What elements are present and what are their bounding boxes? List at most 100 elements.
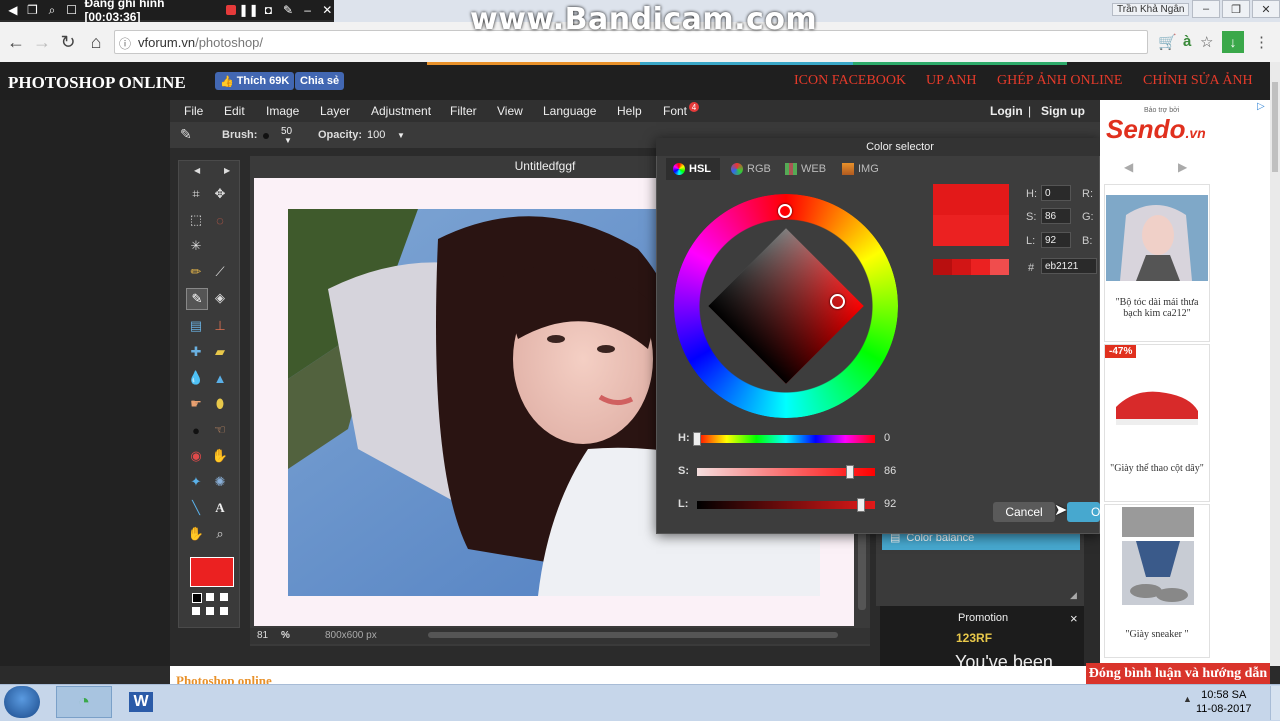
site-title[interactable]: PHOTOSHOP ONLINE: [8, 73, 186, 93]
move-tool-icon[interactable]: ✥: [210, 184, 230, 204]
opacity-dropdown-icon[interactable]: ▼: [397, 131, 405, 140]
color-picker-tool-icon[interactable]: ⟋: [210, 262, 230, 282]
login-link[interactable]: Login: [990, 104, 1023, 118]
sponge-tool-icon[interactable]: ⬮: [210, 394, 230, 414]
menu-help[interactable]: Help: [617, 104, 642, 118]
pen-icon[interactable]: ✎: [281, 3, 295, 17]
menu-font[interactable]: Font: [663, 104, 687, 118]
tab-web[interactable]: WEB: [785, 160, 826, 178]
stamp-tool-icon[interactable]: ⊥: [210, 316, 230, 336]
record-icon[interactable]: [225, 5, 236, 15]
sendo-logo[interactable]: Sendo.vn: [1106, 114, 1206, 145]
tab-hsl[interactable]: HSL: [673, 160, 711, 178]
adchoices-icon[interactable]: ▷: [1257, 101, 1265, 112]
hue-slider[interactable]: [697, 435, 875, 443]
translate-icon[interactable]: à: [1183, 33, 1191, 50]
recent-color-1[interactable]: [933, 259, 952, 275]
show-desktop-button[interactable]: [1270, 686, 1280, 720]
star-icon[interactable]: ☆: [1200, 33, 1213, 51]
profile-name[interactable]: Trần Khả Ngân: [1112, 3, 1190, 16]
cancel-button[interactable]: Cancel: [993, 502, 1055, 522]
recent-color-4[interactable]: [990, 259, 1009, 275]
text-tool-icon[interactable]: A: [210, 498, 230, 518]
pause-icon[interactable]: ❚❚: [239, 3, 259, 17]
menu-file[interactable]: File: [184, 104, 203, 118]
panel-left-arrow-icon[interactable]: ◀: [194, 166, 200, 175]
sharpen-tool-icon[interactable]: ▲: [210, 368, 230, 388]
ad-product-2[interactable]: -47% "Giày thể thao cột dây": [1104, 344, 1210, 502]
lightness-slider-thumb[interactable]: [856, 498, 865, 512]
l-field[interactable]: 92: [1041, 232, 1071, 248]
back-icon[interactable]: ←: [6, 32, 26, 52]
ad-prev-icon[interactable]: ◀: [1124, 160, 1133, 174]
swatch-white-3[interactable]: [192, 607, 200, 615]
comment-toggle-bar[interactable]: Đóng bình luận và hướng dẫn: [1086, 663, 1270, 684]
taskbar-clock[interactable]: 10:58 SA 11-08-2017: [1196, 688, 1251, 716]
eraser-tool-icon[interactable]: ▰: [210, 342, 230, 362]
start-button-icon[interactable]: [4, 686, 40, 718]
pencil-tool-icon[interactable]: ✏: [186, 262, 206, 282]
dodge-tool-icon[interactable]: ☜: [210, 420, 230, 440]
nav-icon-facebook[interactable]: ICON FACEBOOK: [794, 73, 906, 89]
s-field[interactable]: 86: [1041, 208, 1071, 224]
hue-handle[interactable]: [778, 204, 792, 218]
bucket-tool-icon[interactable]: ◈: [210, 288, 230, 308]
close-icon[interactable]: ✕: [320, 3, 334, 17]
forward-icon[interactable]: →: [32, 32, 52, 52]
pinch-tool-icon[interactable]: ✦: [186, 472, 206, 492]
resize-corner-icon[interactable]: ◢: [1070, 590, 1077, 601]
zoom-value[interactable]: 81: [257, 630, 268, 641]
menu-adjustment[interactable]: Adjustment: [371, 104, 431, 118]
home-icon[interactable]: ⌂: [86, 32, 106, 52]
lightness-slider[interactable]: [697, 501, 875, 509]
burn-tool-icon[interactable]: ●: [186, 420, 206, 440]
reload-icon[interactable]: ↻: [58, 32, 78, 52]
minimize-window-button[interactable]: –: [1192, 0, 1220, 18]
info-icon[interactable]: ⓘ: [119, 35, 131, 52]
download-icon[interactable]: ↓: [1222, 31, 1244, 53]
magic-wand-tool-icon[interactable]: ✳: [186, 236, 206, 256]
nav-up-anh[interactable]: UP ANH: [926, 73, 976, 89]
menu-layer[interactable]: Layer: [320, 104, 350, 118]
marquee-tool-icon[interactable]: ⬚: [186, 210, 206, 230]
lasso-tool-icon[interactable]: ◌: [210, 210, 230, 230]
swatch-white-4[interactable]: [206, 607, 214, 615]
liquify-tool-icon[interactable]: ✺: [210, 472, 230, 492]
menu-language[interactable]: Language: [543, 104, 596, 118]
brush-dropdown-icon[interactable]: ▼: [284, 136, 292, 145]
swatch-white-2[interactable]: [220, 593, 228, 601]
page-scrollbar[interactable]: [1270, 62, 1280, 666]
default-colors-icon[interactable]: [192, 593, 202, 603]
page-scrollbar-thumb[interactable]: [1272, 82, 1278, 172]
cart-icon[interactable]: 🛒: [1158, 33, 1177, 51]
minimize-icon[interactable]: –: [301, 3, 315, 17]
tab-rgb[interactable]: RGB: [731, 160, 771, 178]
hue-slider-thumb[interactable]: [693, 432, 701, 446]
ad-product-3[interactable]: "Giày sneaker ": [1104, 504, 1210, 658]
menu-edit[interactable]: Edit: [224, 104, 245, 118]
hand-tool-icon[interactable]: ✋: [186, 524, 206, 544]
line-tool-icon[interactable]: ╲: [186, 498, 206, 518]
facebook-like-button[interactable]: 👍 Thích 69K: [215, 72, 295, 90]
promotion-brand[interactable]: 123RF: [956, 631, 992, 645]
ad-next-icon[interactable]: ▶: [1178, 160, 1187, 174]
tab-img[interactable]: IMG: [842, 160, 879, 178]
hex-field[interactable]: eb2121: [1041, 258, 1097, 274]
close-window-button[interactable]: ✕: [1252, 0, 1280, 18]
taskbar-browser-icon[interactable]: ◔: [56, 686, 112, 718]
panel-right-arrow-icon[interactable]: ▶: [224, 166, 230, 175]
swatch-white-5[interactable]: [220, 607, 228, 615]
menu-icon[interactable]: ⋮: [1254, 33, 1269, 51]
search-icon[interactable]: ⌕: [45, 3, 59, 17]
bloat-tool-icon[interactable]: ✋: [210, 446, 230, 466]
smudge-tool-icon[interactable]: ☛: [186, 394, 206, 414]
crop-tool-icon[interactable]: ⌗: [186, 184, 206, 204]
signup-link[interactable]: Sign up: [1041, 104, 1085, 118]
horizontal-scrollbar[interactable]: [428, 632, 838, 638]
recent-color-2[interactable]: [952, 259, 971, 275]
red-eye-tool-icon[interactable]: ◉: [186, 446, 206, 466]
ad-product-1[interactable]: "Bộ tóc dài mái thưa bạch kim ca212": [1104, 184, 1210, 342]
sl-handle[interactable]: [830, 294, 845, 309]
window-icon[interactable]: ❐: [26, 3, 40, 17]
promotion-close-icon[interactable]: ×: [1070, 611, 1078, 626]
